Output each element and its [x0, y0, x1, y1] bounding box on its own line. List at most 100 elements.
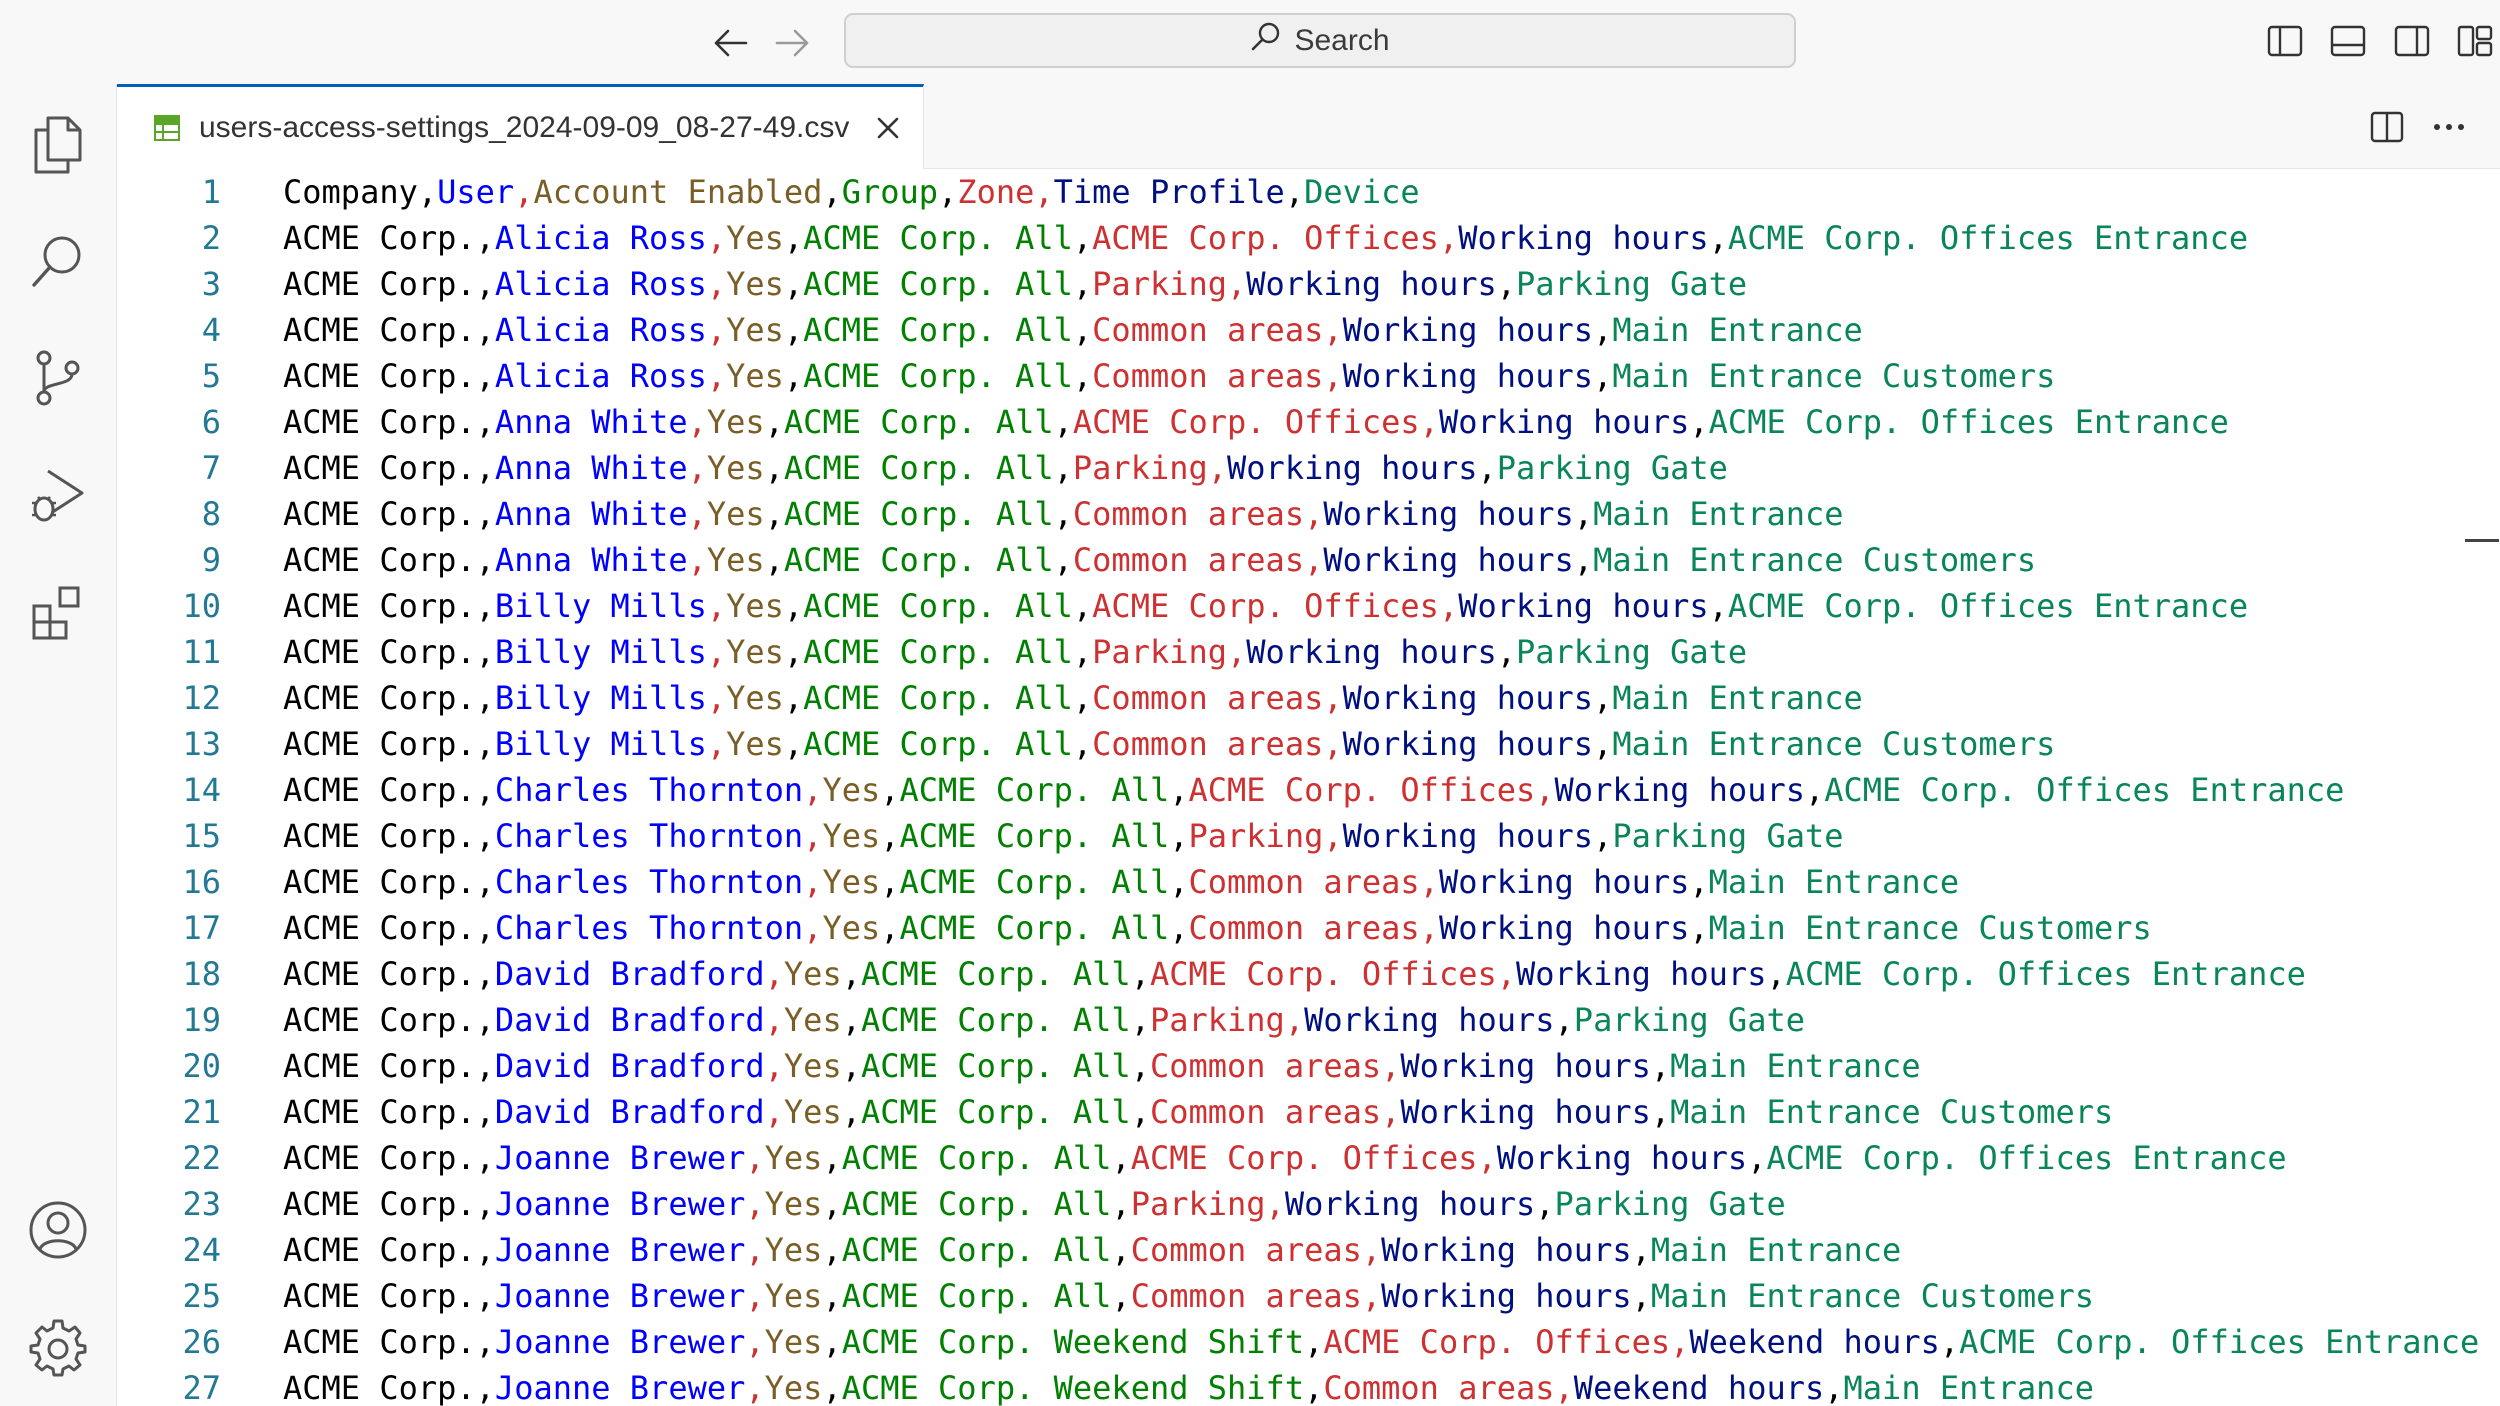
csv-file-icon [153, 114, 181, 142]
code-line[interactable]: 3 ACME Corp.,Alicia Ross,Yes,ACME Corp. A… [117, 261, 2500, 307]
code-line[interactable]: 10 ACME Corp.,Billy Mills,Yes,ACME Corp. … [117, 583, 2500, 629]
comma-separator: , [1323, 357, 1343, 395]
code-line[interactable]: 7 ACME Corp.,Anna White,Yes,ACME Corp. Al… [117, 445, 2500, 491]
code-line[interactable]: 26 ACME Corp.,Joanne Brewer,Yes,ACME Corp… [117, 1319, 2500, 1365]
csv-cell: ACME Corp. [283, 587, 476, 625]
code-line[interactable]: 11 ACME Corp.,Billy Mills,Yes,ACME Corp. … [117, 629, 2500, 675]
code-line[interactable]: 18 ACME Corp.,David Bradford,Yes,ACME Cor… [117, 951, 2500, 997]
csv-cell: Main Entrance [1843, 1369, 2094, 1406]
extensions-icon[interactable] [18, 572, 98, 652]
comma-separator: , [745, 1277, 765, 1315]
code-line[interactable]: 19 ACME Corp.,David Bradford,Yes,ACME Cor… [117, 997, 2500, 1043]
csv-cell: Yes [726, 219, 784, 257]
line-number: 14 [182, 771, 221, 809]
line-content: ACME Corp.,Billy Mills,Yes,ACME Corp. Al… [283, 721, 2055, 767]
code-line[interactable]: 23 ACME Corp.,Joanne Brewer,Yes,ACME Corp… [117, 1181, 2500, 1227]
source-control-icon[interactable] [18, 338, 98, 418]
csv-cell: ACME Corp. Weekend Shift [841, 1323, 1305, 1361]
comma-separator: , [1593, 725, 1613, 763]
csv-cell: Main Entrance Customers [1612, 725, 2056, 763]
code-line[interactable]: 16 ACME Corp.,Charles Thornton,Yes,ACME C… [117, 859, 2500, 905]
code-line[interactable]: 24 ACME Corp.,Joanne Brewer,Yes,ACME Corp… [117, 1227, 2500, 1273]
close-icon[interactable] [871, 111, 905, 145]
csv-cell: Yes [726, 725, 784, 763]
csv-cell: Working hours [1246, 265, 1497, 303]
search-icon[interactable] [18, 221, 98, 301]
toggle-secondary-sidebar-icon[interactable] [2391, 20, 2433, 62]
code-line[interactable]: 17 ACME Corp.,Charles Thornton,Yes,ACME C… [117, 905, 2500, 951]
csv-cell: Working hours [1342, 817, 1594, 855]
csv-cell: Device [1304, 173, 1420, 211]
accounts-icon[interactable] [18, 1190, 98, 1270]
run-and-debug-icon[interactable] [18, 455, 98, 535]
comma-separator: , [783, 265, 804, 303]
comma-separator: , [822, 1323, 842, 1361]
code-line[interactable]: 21 ACME Corp.,David Bradford,Yes,ACME Cor… [117, 1089, 2500, 1135]
csv-cell: Yes [706, 541, 765, 579]
csv-cell: ACME Corp. [283, 771, 476, 809]
csv-cell: Yes [783, 955, 842, 993]
csv-editor[interactable]: 1 Company,User,Account Enabled,Group,Zone… [117, 169, 2500, 1406]
split-editor-icon[interactable] [2366, 106, 2408, 148]
more-actions-icon[interactable] [2428, 106, 2470, 148]
csv-cell: Working hours [1323, 541, 1574, 579]
comma-separator: , [764, 541, 784, 579]
explorer-icon[interactable] [18, 104, 98, 184]
back-arrow-icon[interactable] [705, 18, 755, 68]
search-input[interactable]: Search [844, 13, 1796, 68]
line-content: ACME Corp.,Charles Thornton,Yes,ACME Cor… [283, 767, 2344, 813]
line-content: ACME Corp.,Joanne Brewer,Yes,ACME Corp. … [283, 1227, 1901, 1273]
tab-csv-file[interactable]: users-access-settings_2024-09-09_08-27-4… [117, 84, 924, 169]
comma-separator: , [1573, 541, 1594, 579]
csv-cell: Yes [764, 1323, 823, 1361]
code-line[interactable]: 20 ACME Corp.,David Bradford,Yes,ACME Cor… [117, 1043, 2500, 1089]
code-line[interactable]: 6 ACME Corp.,Anna White,Yes,ACME Corp. Al… [117, 399, 2500, 445]
toggle-primary-sidebar-icon[interactable] [2264, 20, 2306, 62]
comma-separator: , [880, 863, 900, 901]
csv-cell: Main Entrance Customers [1670, 1093, 2114, 1131]
csv-cell: ACME Corp. [283, 219, 476, 257]
code-line[interactable]: 9 ACME Corp.,Anna White,Yes,ACME Corp. Al… [117, 537, 2500, 583]
code-line[interactable]: 2 ACME Corp.,Alicia Ross,Yes,ACME Corp. A… [117, 215, 2500, 261]
csv-cell: Working hours [1381, 1231, 1632, 1269]
customize-layout-icon[interactable] [2454, 20, 2496, 62]
code-line[interactable]: 1 Company,User,Account Enabled,Group,Zone… [117, 169, 2500, 215]
csv-cell: ACME Corp. Offices [1092, 587, 1439, 625]
csv-cell: ACME Corp. [283, 1323, 476, 1361]
forward-arrow-icon[interactable] [768, 18, 818, 68]
csv-cell: ACME Corp. [283, 1185, 476, 1223]
comma-separator: , [745, 1369, 765, 1406]
csv-cell: Yes [726, 679, 784, 717]
comma-separator: , [1708, 219, 1728, 257]
comma-separator: , [1631, 1231, 1651, 1269]
code-line[interactable]: 5 ACME Corp.,Alicia Ross,Yes,ACME Corp. A… [117, 353, 2500, 399]
code-line[interactable]: 25 ACME Corp.,Joanne Brewer,Yes,ACME Corp… [117, 1273, 2500, 1319]
comma-separator: , [764, 495, 784, 533]
line-number: 5 [201, 357, 221, 395]
comma-separator: , [1304, 541, 1324, 579]
comma-separator: , [1419, 863, 1439, 901]
csv-cell: Yes [706, 449, 765, 487]
comma-separator: , [475, 1185, 495, 1223]
code-line[interactable]: 14 ACME Corp.,Charles Thornton,Yes,ACME C… [117, 767, 2500, 813]
code-line[interactable]: 8 ACME Corp.,Anna White,Yes,ACME Corp. Al… [117, 491, 2500, 537]
code-line[interactable]: 15 ACME Corp.,Charles Thornton,Yes,ACME C… [117, 813, 2500, 859]
settings-gear-icon[interactable] [18, 1307, 98, 1387]
scrollbar-position-marker[interactable] [2465, 539, 2499, 542]
code-line[interactable]: 4 ACME Corp.,Alicia Ross,Yes,ACME Corp. A… [117, 307, 2500, 353]
line-content: ACME Corp.,Billy Mills,Yes,ACME Corp. Al… [283, 583, 2248, 629]
comma-separator: , [783, 725, 804, 763]
code-line[interactable]: 22 ACME Corp.,Joanne Brewer,Yes,ACME Corp… [117, 1135, 2500, 1181]
comma-separator: , [1169, 771, 1189, 809]
code-line[interactable]: 27 ACME Corp.,Joanne Brewer,Yes,ACME Corp… [117, 1365, 2500, 1406]
csv-cell: David Bradford [494, 955, 765, 993]
line-number: 1 [201, 173, 221, 211]
code-line[interactable]: 13 ACME Corp.,Billy Mills,Yes,ACME Corp. … [117, 721, 2500, 767]
csv-cell: ACME Corp. Offices Entrance [1824, 771, 2345, 809]
search-icon [1250, 21, 1282, 61]
toggle-panel-icon[interactable] [2327, 20, 2369, 62]
comma-separator: , [1072, 633, 1093, 671]
code-line[interactable]: 12 ACME Corp.,Billy Mills,Yes,ACME Corp. … [117, 675, 2500, 721]
comma-separator: , [1650, 1093, 1671, 1131]
comma-separator: , [803, 817, 823, 855]
